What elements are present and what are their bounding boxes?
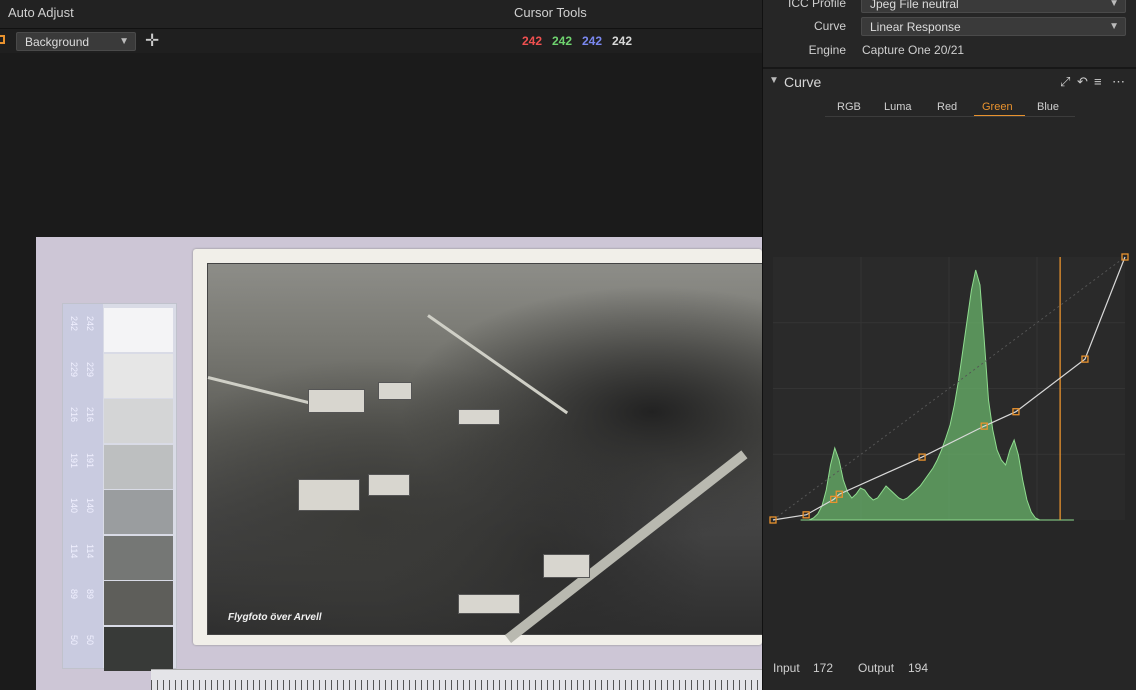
gray-patch (104, 444, 173, 489)
gray-patch (104, 490, 173, 534)
gray-patch-label: 216 (69, 407, 79, 423)
building (368, 474, 410, 496)
gray-patch-label: 191 (85, 452, 95, 468)
green-value: 242 (552, 34, 573, 48)
red-value: 242 (522, 34, 543, 48)
curve-select-value: Linear Response (870, 20, 961, 34)
gray-patch (104, 581, 173, 625)
road (207, 376, 316, 406)
top-bar: Auto Adjust Cursor Tools (0, 0, 762, 29)
building (458, 409, 500, 425)
chevron-down-icon: ▼ (1109, 0, 1119, 9)
gray-card-labels (63, 304, 103, 668)
divider (763, 67, 1136, 69)
luma-value: 242 (612, 34, 633, 48)
auto-adjust-title: Auto Adjust (8, 5, 74, 20)
layer-select-value: Background (25, 35, 90, 49)
icc-profile-label: ICC Profile (787, 0, 846, 10)
input-value: 172 (813, 661, 834, 675)
building (378, 382, 412, 400)
gray-patch-label: 242 (69, 316, 79, 332)
chevron-down-icon[interactable]: ▼ (769, 75, 779, 86)
layer-select[interactable]: Background ▼ (16, 32, 136, 51)
output-value: 194 (908, 661, 929, 675)
curve-tool-title: Curve (784, 74, 822, 90)
reset-icon[interactable]: ↶ (1077, 74, 1088, 90)
chevron-down-icon: ▼ (119, 36, 129, 47)
building (543, 554, 590, 578)
gray-patch-label: 216 (85, 407, 95, 423)
gray-patch-label: 229 (69, 361, 79, 377)
curve-editor[interactable] (763, 250, 1136, 540)
more-icon[interactable]: ⋯ (1112, 74, 1125, 90)
tab-green[interactable]: Green (982, 101, 1013, 113)
tab-luma[interactable]: Luma (884, 101, 912, 113)
building (308, 389, 365, 413)
icc-profile-value: Jpeg File neutral (870, 0, 959, 11)
tab-rgb[interactable]: RGB (837, 101, 861, 113)
gray-patch-label: 50 (69, 634, 79, 645)
gray-patch-label: 191 (69, 452, 79, 468)
input-label: Input (773, 661, 800, 675)
gray-patch-label: 89 (69, 589, 79, 600)
plus-icon[interactable]: ✛ (145, 32, 159, 49)
gray-patch-label: 229 (85, 361, 95, 377)
gray-patch-label: 114 (85, 543, 95, 558)
presets-icon[interactable]: ≡ (1094, 74, 1102, 89)
tab-blue[interactable]: Blue (1037, 101, 1059, 113)
gray-patch-label: 140 (69, 498, 79, 514)
aerial-photo: Flygfoto över Arvell (207, 263, 762, 643)
output-label: Output (858, 661, 895, 675)
cursor-tools-title: Cursor Tools (514, 5, 587, 20)
gray-patch (104, 399, 173, 443)
tab-red[interactable]: Red (937, 101, 957, 113)
curve-select[interactable]: Linear Response ▼ (861, 17, 1126, 36)
gray-patch (104, 535, 173, 580)
tabs-underline (825, 116, 1075, 117)
building (298, 479, 360, 511)
gray-patch (104, 626, 173, 671)
road (427, 314, 569, 415)
gray-patch-label: 140 (85, 498, 95, 514)
gray-patch (104, 308, 173, 352)
gray-card: 242 242 229 229 216 216 191 191 140 140 114 114 89 89… (62, 303, 177, 671)
gray-patch (104, 353, 173, 398)
postcard: Flygfoto över Arvell (193, 249, 762, 645)
road (504, 450, 748, 643)
gray-patch-label: 89 (85, 589, 95, 600)
layer-indicator-icon (0, 35, 5, 44)
icc-profile-select[interactable]: Jpeg File neutral ▼ (861, 0, 1126, 13)
ruler (151, 669, 762, 690)
gray-patch-label: 50 (85, 634, 95, 645)
adjustments-panel: ICC Profile Jpeg File neutral ▼ Curve Li… (762, 0, 1136, 690)
engine-label: Engine (808, 43, 846, 57)
chevron-down-icon: ▼ (1109, 21, 1119, 32)
building (458, 594, 520, 614)
blue-value: 242 (582, 34, 603, 48)
photo-caption: Flygfoto över Arvell (228, 612, 322, 623)
gray-patch-label: 114 (69, 543, 79, 558)
gray-patch-label: 242 (85, 316, 95, 332)
expand-icon[interactable]: ⤢ (1060, 74, 1070, 90)
curve-label: Curve (813, 19, 846, 33)
engine-value: Capture One 20/21 (862, 43, 965, 57)
scanned-photo[interactable]: 242 242 229 229 216 216 191 191 140 140 114 114 89 89… (36, 237, 762, 690)
